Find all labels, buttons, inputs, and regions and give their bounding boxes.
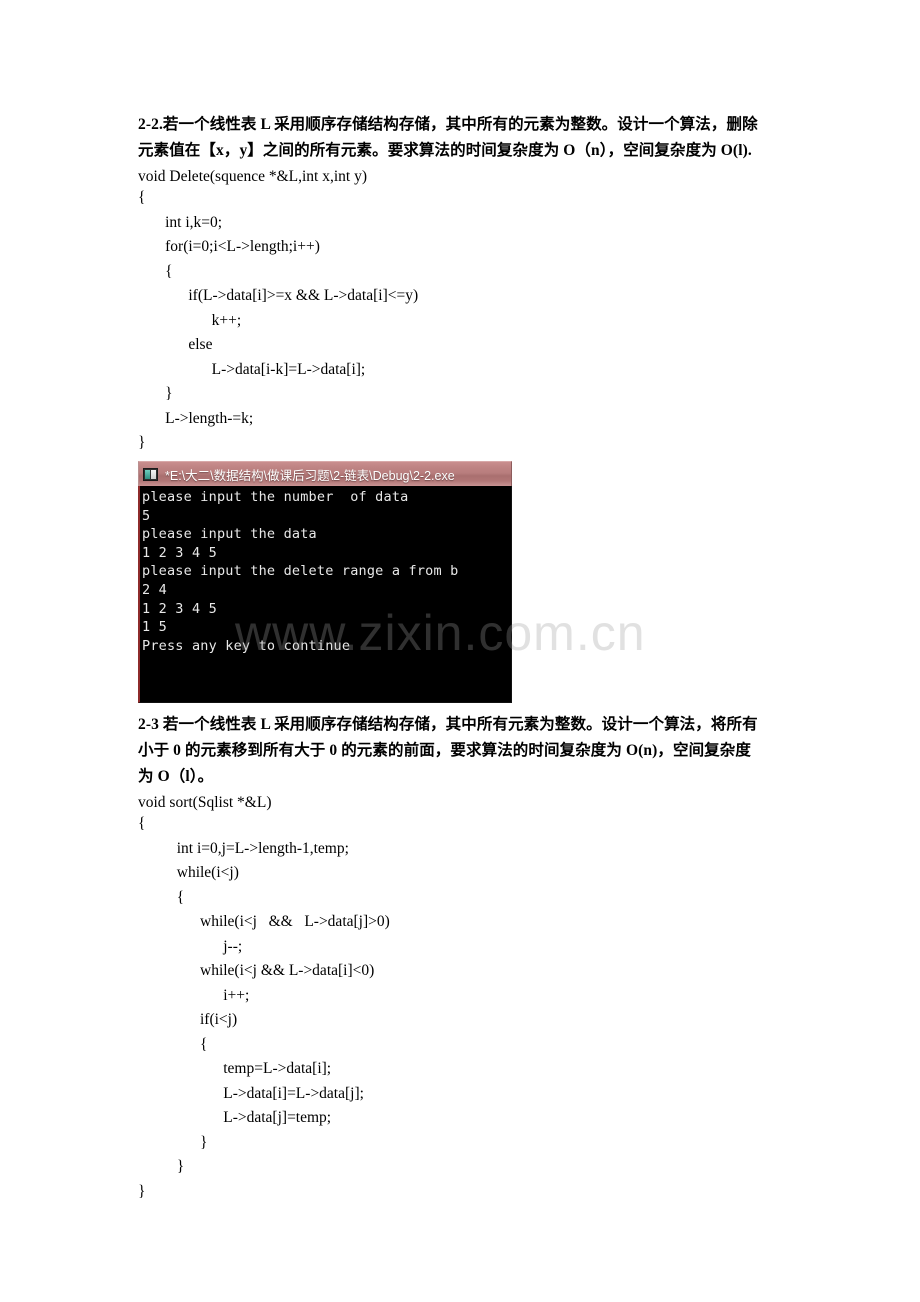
code-line: {	[138, 815, 146, 832]
code-line: L->data[i-k]=L->data[i];	[138, 360, 366, 378]
code-line: L->data[i]=L->data[j];	[138, 1084, 364, 1102]
code-line: while(i<j && L->data[j]>0)	[138, 913, 390, 930]
code-line: }	[138, 1182, 146, 1200]
code-line: i++;	[138, 986, 250, 1004]
code-line: k++;	[138, 311, 242, 329]
code-line: }	[138, 434, 146, 451]
code-line: if(L->data[i]>=x && L->data[i]<=y)	[138, 287, 419, 304]
problem-2-2-code-block: { int i,k=0; for(i=0;i<L->length;i++) { …	[138, 186, 698, 456]
console-window-screenshot: *E:\大二\数据结构\做课后习题\2-链表\Debug\2-2.exe ple…	[138, 461, 512, 703]
code-line: L->length-=k;	[138, 409, 254, 427]
problem-2-3-section: 2-3 若一个线性表 L 采用顺序存储结构存储，其中所有元素为整数。设计一个算法…	[138, 712, 783, 815]
console-title-bar: *E:\大二\数据结构\做课后习题\2-链表\Debug\2-2.exe	[138, 461, 512, 486]
problem-2-3-heading-line-2: 小于 0 的元素移到所有大于 0 的元素的前面，要求算法的时间复杂度为 O(n)…	[138, 742, 751, 759]
code-line: L->data[j]=temp;	[138, 1109, 332, 1126]
console-line: 1 2 3 4 5	[142, 544, 217, 561]
console-line: 5	[142, 507, 151, 524]
code-line: int i,k=0;	[138, 213, 223, 231]
problem-2-3-heading-line-3: 为 O（l）。	[138, 768, 214, 785]
problem-2-3-code-block: { int i=0,j=L->length-1,temp; while(i<j)…	[138, 812, 698, 1204]
console-title-text: *E:\大二\数据结构\做课后习题\2-链表\Debug\2-2.exe	[165, 468, 455, 483]
code-line: }	[138, 385, 173, 402]
code-line: else	[138, 336, 213, 353]
code-line: for(i=0;i<L->length;i++)	[138, 238, 320, 255]
code-line: while(i<j)	[138, 864, 239, 881]
problem-2-2-section: 2-2.若一个线性表 L 采用顺序存储结构存储，其中所有的元素为整数。设计一个算…	[138, 112, 783, 189]
code-line: if(i<j)	[138, 1011, 238, 1028]
code-line: {	[138, 262, 173, 280]
code-line: while(i<j && L->data[i]<0)	[138, 962, 375, 979]
console-line: please input the delete range a from b	[142, 563, 459, 580]
code-line: {	[138, 888, 185, 906]
console-line: please input the data	[142, 526, 317, 543]
code-line: temp=L->data[i];	[138, 1060, 332, 1077]
console-line: please input the number of data	[142, 489, 409, 505]
code-line: }	[138, 1158, 185, 1175]
console-line: 1 5	[142, 619, 167, 636]
code-line: j--;	[138, 937, 243, 955]
console-output-area: please input the number of data 5 please…	[138, 486, 512, 703]
problem-2-3-heading-line-1: 2-3 若一个线性表 L 采用顺序存储结构存储，其中所有元素为整数。设计一个算法…	[138, 716, 758, 733]
code-line: {	[138, 189, 146, 206]
problem-2-2-heading-line-2: 元素值在【x，y】之间的所有元素。要求算法的时间复杂度为 O（n），空间复杂度为…	[138, 142, 752, 159]
code-line: }	[138, 1133, 208, 1151]
problem-2-2-heading-line-1: 2-2.若一个线性表 L 采用顺序存储结构存储，其中所有的元素为整数。设计一个算…	[138, 116, 758, 133]
console-line: Press any key to continue	[142, 637, 351, 654]
console-line: 1 2 3 4 5	[142, 600, 217, 617]
console-line: 2 4	[142, 581, 167, 598]
document-page: 2-2.若一个线性表 L 采用顺序存储结构存储，其中所有的元素为整数。设计一个算…	[138, 0, 783, 1302]
code-line: {	[138, 1035, 208, 1053]
console-window-icon	[143, 467, 158, 481]
code-line: int i=0,j=L->length-1,temp;	[138, 839, 349, 857]
